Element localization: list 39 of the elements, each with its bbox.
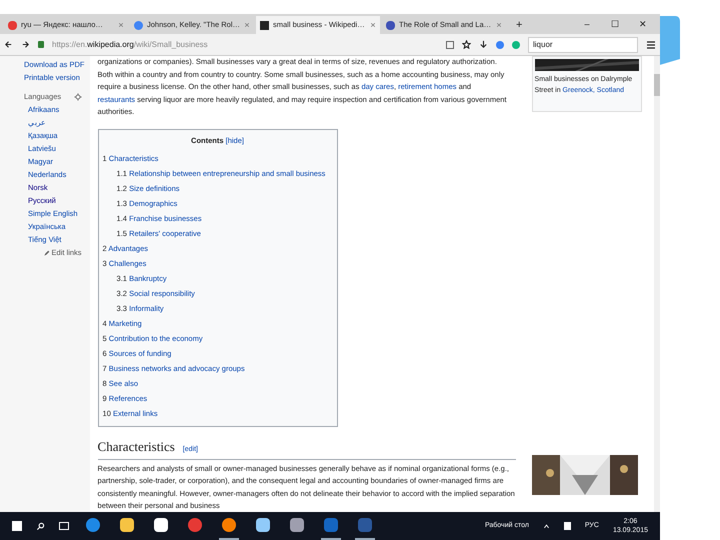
app-icon (86, 518, 100, 532)
app-icon (222, 518, 236, 532)
pencil-icon[interactable] (44, 250, 50, 256)
new-tab-button[interactable]: + (508, 16, 530, 34)
download-icon[interactable] (479, 40, 488, 49)
address-field[interactable]: https://en.wikipedia.org/wiki/Small_business (52, 38, 438, 50)
app-icon (120, 518, 134, 532)
close-icon[interactable] (496, 22, 502, 28)
back-icon[interactable] (4, 40, 13, 49)
site-icon (386, 20, 395, 30)
windows-start-icon[interactable] (12, 521, 22, 531)
app-icon (188, 518, 202, 532)
forward-icon[interactable] (21, 40, 30, 49)
window-control[interactable]: ☐ (602, 16, 628, 34)
app-icon (256, 518, 270, 532)
menu-icon[interactable] (646, 40, 656, 50)
app-icon (358, 518, 372, 532)
window-control[interactable]: ✕ (630, 16, 656, 34)
lock-icon (38, 41, 44, 48)
site-icon (134, 20, 143, 30)
notification-icon[interactable] (564, 522, 571, 530)
star-icon[interactable] (462, 40, 471, 49)
close-icon[interactable] (118, 22, 124, 28)
site-icon (8, 20, 17, 30)
section-heading: Characteristics (98, 441, 175, 454)
search-field[interactable]: liquor (528, 36, 638, 52)
close-icon[interactable] (370, 22, 376, 28)
task-view-icon[interactable] (59, 522, 69, 530)
site-icon (260, 20, 269, 30)
app-icon (324, 518, 338, 532)
app-icon (290, 518, 304, 532)
reader-icon[interactable] (446, 40, 454, 48)
settings-icon[interactable] (74, 92, 82, 100)
search-icon[interactable] (36, 522, 45, 530)
caret-icon[interactable] (542, 522, 550, 530)
scrollbar[interactable] (654, 56, 660, 512)
app-icon (154, 518, 168, 532)
close-icon[interactable] (244, 22, 250, 28)
window-control[interactable]: – (574, 16, 600, 34)
